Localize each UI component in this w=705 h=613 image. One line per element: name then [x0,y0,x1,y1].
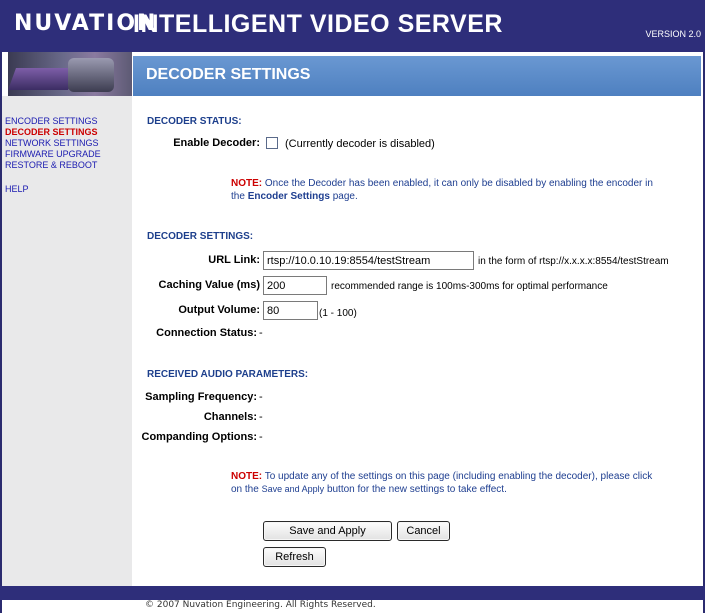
header-bar: NUVATION INTELLIGENT VIDEO SERVER VERSIO… [0,0,705,52]
url-link-input[interactable] [263,251,474,270]
save-and-apply-button[interactable]: Save and Apply [263,521,392,541]
camera-image [8,52,132,96]
encoder-settings-link[interactable]: Encoder Settings [248,191,330,202]
note-text-post: page. [332,191,358,202]
decoder-status-text: (Currently decoder is disabled) [285,138,435,150]
page-banner: DECODER SETTINGS [133,56,701,96]
sidebar-item-decoder-settings[interactable]: DECODER SETTINGS [5,127,101,138]
sampling-frequency-label: Sampling Frequency: [145,391,257,403]
sidebar-item-firmware-upgrade[interactable]: FIRMWARE UPGRADE [5,149,101,160]
channels-value: - [259,411,263,423]
app-title: INTELLIGENT VIDEO SERVER [133,10,503,38]
output-volume-label: Output Volume: [178,304,260,316]
note-label: NOTE: [231,178,263,189]
copyright-text: © 2007 Nuvation Engineering. All Rights … [145,600,376,610]
update-note: NOTE: To update any of the settings on t… [231,470,701,496]
footer-bar [0,586,705,600]
sampling-frequency-value: - [259,391,263,403]
update-note-text-post: button for the new settings to take effe… [326,484,507,495]
audio-parameters-heading: RECEIVED AUDIO PARAMETERS: [147,369,309,380]
decoder-settings-heading: DECODER SETTINGS: [147,231,254,242]
companding-options-value: - [259,431,263,443]
connection-status-value: - [259,327,263,339]
output-volume-input[interactable] [263,301,318,320]
caching-value-hint: recommended range is 100ms-300ms for opt… [331,281,608,292]
caching-value-label: Caching Value (ms) [158,279,260,291]
channels-label: Channels: [203,411,257,423]
companding-options-label: Companding Options: [141,431,257,443]
sidebar-item-restore-reboot[interactable]: RESTORE & REBOOT [5,160,101,171]
sidebar-item-network-settings[interactable]: NETWORK SETTINGS [5,138,101,149]
update-note-button-ref: Save and Apply [261,484,325,494]
refresh-button[interactable]: Refresh [263,547,326,567]
caching-value-input[interactable] [263,276,327,295]
update-note-text-pre: on the [231,484,259,495]
update-note-text: To update any of the settings on this pa… [264,471,653,482]
cancel-button[interactable]: Cancel [397,521,450,541]
version-label: VERSION 2.0 [645,29,701,39]
enable-decoder-label: Enable Decoder: [173,137,260,149]
update-note-label: NOTE: [231,471,263,482]
page-title: DECODER SETTINGS [146,66,311,83]
camera-body-shape [8,68,77,90]
url-link-label: URL Link: [208,254,260,266]
output-volume-hint: (1 - 100) [319,308,357,319]
sidebar-item-help[interactable]: HELP [5,184,101,195]
sidebar-item-encoder-settings[interactable]: ENCODER SETTINGS [5,116,101,127]
connection-status-label: Connection Status: [156,327,257,339]
decoder-note: NOTE: Once the Decoder has been enabled,… [231,177,701,203]
camera-lens-shape [68,58,114,92]
sidebar-nav: ENCODER SETTINGS DECODER SETTINGS NETWOR… [5,116,101,195]
decoder-status-heading: DECODER STATUS: [147,116,242,127]
note-text-pre: the [231,191,245,202]
url-link-hint: in the form of rtsp://x.x.x.x:8554/testS… [478,256,669,267]
enable-decoder-checkbox[interactable] [266,137,278,149]
note-text: Once the Decoder has been enabled, it ca… [264,178,653,189]
